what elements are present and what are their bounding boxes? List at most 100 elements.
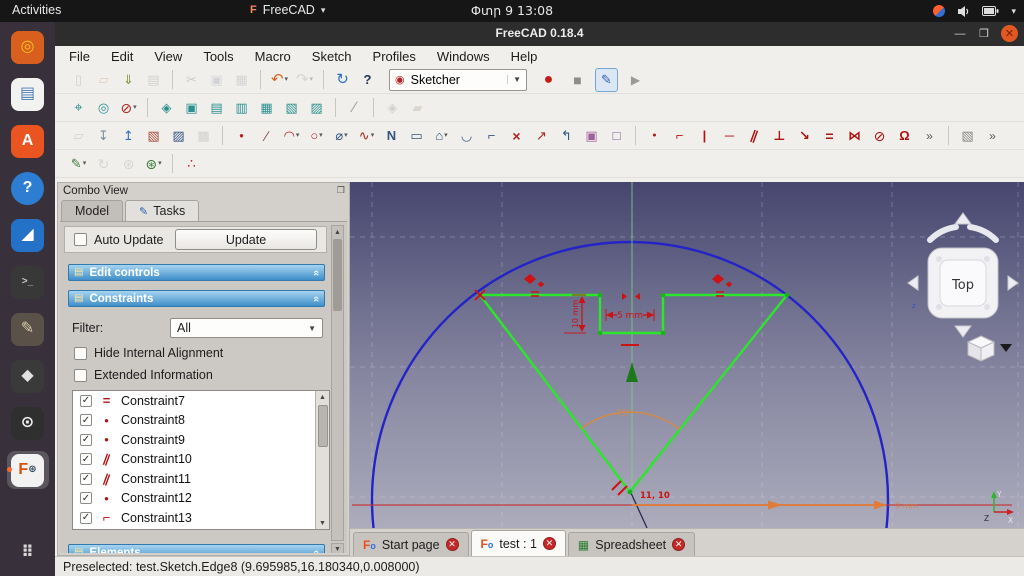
- toggle-grid-button[interactable]: ✎ ▾: [67, 152, 90, 176]
- rear-view-button[interactable]: ▦: [255, 96, 278, 120]
- menu-help[interactable]: Help: [511, 49, 538, 64]
- constraint-row[interactable]: = Constraint7: [73, 391, 329, 411]
- tab-close-button[interactable]: ✕: [542, 537, 556, 550]
- trim-edge-button[interactable]: ×: [505, 124, 528, 148]
- section-edit-controls[interactable]: ▤ Edit controls «: [68, 264, 325, 281]
- dock-rhythmbox[interactable]: ◎: [7, 28, 49, 66]
- volume-icon[interactable]: [957, 5, 970, 18]
- update-button[interactable]: Update: [175, 229, 317, 250]
- constraint-checkbox[interactable]: [80, 394, 92, 407]
- dock-inkscape[interactable]: ◆: [7, 357, 49, 395]
- section-constraints[interactable]: ▤ Constraints «: [68, 290, 325, 307]
- auto-update-checkbox[interactable]: [74, 233, 87, 246]
- create-bspline-button[interactable]: ∿ ▾: [355, 124, 378, 148]
- constrain-equal-button[interactable]: =: [818, 124, 841, 148]
- macro-stop-button[interactable]: ■: [566, 68, 589, 92]
- filter-dropdown[interactable]: All ▼: [170, 318, 323, 338]
- dock-libreoffice-writer[interactable]: ▤: [7, 75, 49, 113]
- tab-close-button[interactable]: ✕: [445, 538, 459, 551]
- extended-information-checkbox[interactable]: [74, 368, 87, 382]
- float-panel-icon[interactable]: ❐: [337, 185, 345, 196]
- carbon-copy-button[interactable]: ▣: [580, 124, 603, 148]
- constraint-row[interactable]: ∥ Constraint11: [73, 469, 329, 489]
- constraint-row[interactable]: ● Constraint9: [73, 430, 329, 450]
- external-geometry-button[interactable]: ↰: [555, 124, 578, 148]
- scrollbar-thumb[interactable]: [333, 239, 342, 311]
- scroll-down-icon[interactable]: ▼: [331, 543, 344, 553]
- chevron-down-icon[interactable]: ▾: [1011, 6, 1016, 17]
- menu-file[interactable]: File: [69, 49, 90, 64]
- refresh-button[interactable]: ↻: [331, 68, 354, 92]
- scroll-up-icon[interactable]: ▲: [316, 391, 329, 403]
- collapse-icon[interactable]: «: [310, 295, 322, 301]
- toolbar-overflow-button-2[interactable]: »: [981, 124, 1004, 148]
- constraint-checkbox[interactable]: [80, 433, 92, 446]
- constrain-tangent-button[interactable]: ↘: [793, 124, 816, 148]
- bottom-view-button[interactable]: ▧: [280, 96, 303, 120]
- dock-show-apps[interactable]: ⠿: [7, 534, 49, 572]
- macro-edit-button[interactable]: ✎: [595, 67, 618, 92]
- constrain-horizontal-button[interactable]: ─: [718, 124, 741, 148]
- left-view-button[interactable]: ▨: [305, 96, 328, 120]
- dock-vscode[interactable]: ◢: [7, 216, 49, 254]
- merge-sketches-button[interactable]: ↥: [117, 124, 140, 148]
- create-conic-button[interactable]: ⌀ ▾: [330, 124, 353, 148]
- hide-internal-alignment-checkbox[interactable]: [74, 346, 87, 360]
- document-tab-spreadsheet[interactable]: ▦ Spreadsheet ✕: [567, 532, 696, 556]
- constraint-row[interactable]: ● Constraint8: [73, 411, 329, 431]
- tab-model[interactable]: Model: [61, 200, 124, 221]
- scroll-up-icon[interactable]: ▲: [332, 226, 343, 238]
- constraint-checkbox[interactable]: [80, 492, 92, 505]
- maximize-button[interactable]: ❐: [977, 27, 991, 40]
- draw-style-button[interactable]: ⊘ ▾: [117, 96, 140, 120]
- toolbar-overflow-button[interactable]: »: [918, 124, 941, 148]
- activities-button[interactable]: Activities: [12, 3, 61, 17]
- 3d-viewport[interactable]: 9 mm 11, 10 5 mm 10 mm 75° Top z Y X Z: [350, 182, 1024, 528]
- clock[interactable]: Փտր 9 13:08: [471, 3, 553, 18]
- scrollbar-thumb[interactable]: [317, 405, 328, 447]
- create-polygon-button[interactable]: ⌂ ▾: [430, 124, 453, 148]
- constrain-symmetric-button[interactable]: ⋈: [843, 124, 866, 148]
- dock-magnifier[interactable]: ⊙: [7, 404, 49, 442]
- create-arc-button[interactable]: ◠ ▾: [280, 124, 303, 148]
- front-view-button[interactable]: ▣: [180, 96, 203, 120]
- rendering-order-button[interactable]: ⊛ ▾: [142, 152, 165, 176]
- measure-distance-button[interactable]: ∕: [343, 96, 366, 120]
- macro-execute-button[interactable]: ▶: [624, 68, 647, 92]
- workbench-selector[interactable]: ◉ Sketcher ▼: [389, 68, 527, 91]
- dock-gimp[interactable]: ✎: [7, 310, 49, 348]
- bspline-degree-button[interactable]: ∴: [180, 152, 203, 176]
- minimize-button[interactable]: —: [953, 28, 967, 40]
- collapse-icon[interactable]: «: [310, 549, 322, 553]
- constraint-row[interactable]: ● Constraint12: [73, 489, 329, 509]
- menu-windows[interactable]: Windows: [437, 49, 490, 64]
- sketch-on-face-button[interactable]: ▧: [142, 124, 165, 148]
- constraint-checkbox[interactable]: [80, 414, 92, 427]
- macro-record-button[interactable]: ●: [537, 68, 560, 92]
- top-view-button[interactable]: ▤: [205, 96, 228, 120]
- constrain-vertical-button[interactable]: |: [693, 124, 716, 148]
- dock-terminal[interactable]: >_: [7, 263, 49, 301]
- view-section-button[interactable]: ▨: [167, 124, 190, 148]
- dock-ubuntu-software[interactable]: A: [7, 122, 49, 160]
- create-polyline-button[interactable]: N: [380, 124, 403, 148]
- app-menu-button[interactable]: F FreeCAD ▾: [250, 3, 325, 17]
- constraint-row[interactable]: ⌐ Constraint13: [73, 508, 329, 528]
- constrain-point-on-object-button[interactable]: ⌐: [668, 124, 691, 148]
- tab-tasks[interactable]: ✎ Tasks: [125, 200, 200, 221]
- notification-icon[interactable]: [933, 5, 946, 17]
- create-fillet-button[interactable]: ⌐: [480, 124, 503, 148]
- document-tab-start-page[interactable]: Fo Start page ✕: [353, 532, 469, 556]
- whats-this-button[interactable]: ?: [356, 68, 379, 92]
- extend-edge-button[interactable]: ↗: [530, 124, 553, 148]
- title-bar[interactable]: FreeCAD 0.18.4 — ❐ ✕: [55, 22, 1024, 46]
- menu-edit[interactable]: Edit: [111, 49, 133, 64]
- document-tab-test-1[interactable]: Fo test : 1 ✕: [470, 530, 566, 556]
- menu-sketch[interactable]: Sketch: [312, 49, 352, 64]
- scroll-down-icon[interactable]: ▼: [316, 517, 329, 529]
- dock-help[interactable]: ?: [7, 169, 49, 207]
- toggle-construction-button[interactable]: □: [605, 124, 628, 148]
- create-rectangle-button[interactable]: ▭: [405, 124, 428, 148]
- constrain-coincident-button[interactable]: ●: [643, 124, 666, 148]
- zoom-selection-button[interactable]: ◎: [92, 96, 115, 120]
